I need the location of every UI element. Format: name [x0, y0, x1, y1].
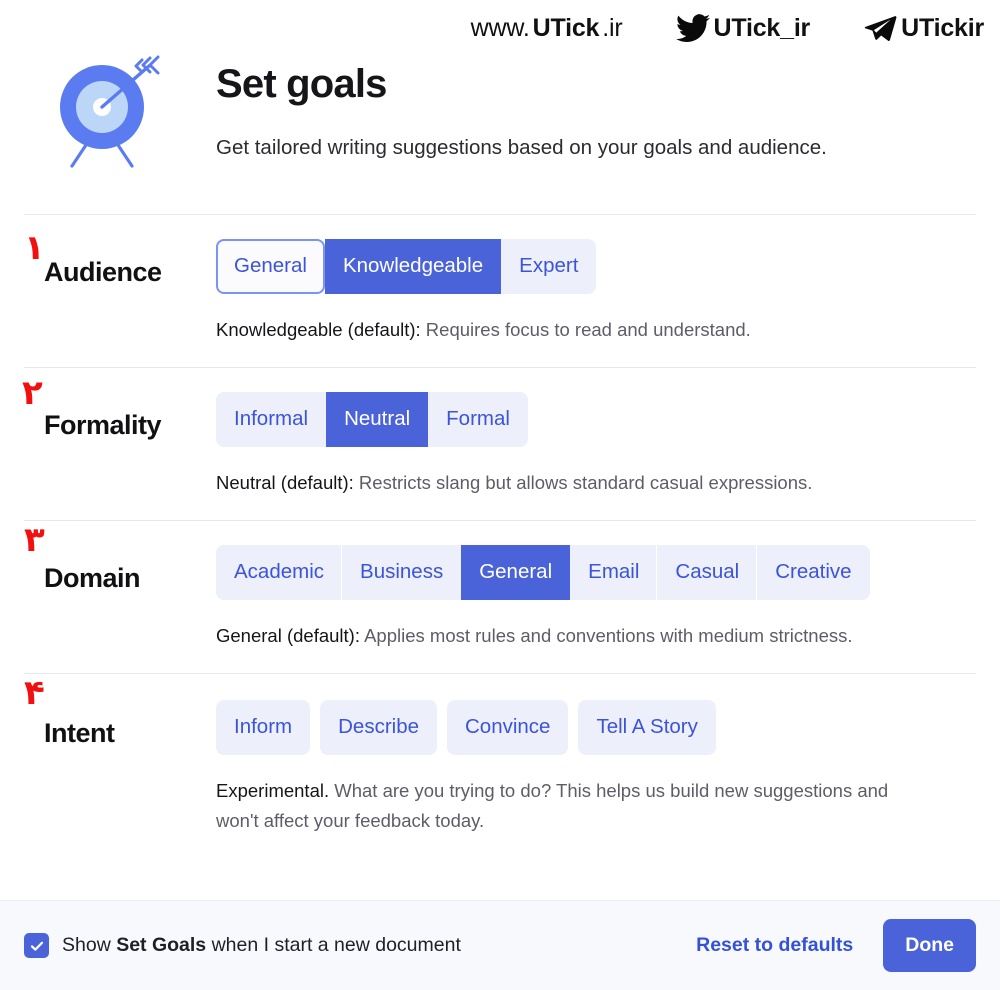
- checkmark-icon: [29, 938, 45, 954]
- done-button[interactable]: Done: [883, 919, 976, 972]
- watermark-website-bold: UTick: [532, 13, 600, 42]
- section-label-text-audience: Audience: [44, 257, 162, 287]
- audience-option-knowledgeable[interactable]: Knowledgeable: [324, 239, 502, 294]
- section-audience: ۱ Audience General Knowledgeable Expert …: [24, 214, 976, 367]
- section-label-audience: ۱ Audience: [24, 231, 216, 288]
- section-body-intent: Inform Describe Convince Tell A Story Ex…: [216, 700, 976, 837]
- watermark-website-suffix: .ir: [602, 13, 623, 42]
- watermark-twitter-handle: UTick_ir: [713, 13, 811, 42]
- domain-option-business[interactable]: Business: [342, 545, 462, 600]
- formality-description: Neutral (default): Restricts slang but a…: [216, 468, 946, 499]
- checkbox-label-suffix: when I start a new document: [206, 934, 461, 956]
- annotation-marker-1: ۱: [24, 228, 45, 268]
- intent-option-convince[interactable]: Convince: [447, 700, 569, 755]
- dialog-footer: Show Set Goals when I start a new docume…: [0, 900, 1000, 990]
- domain-description-rest: Applies most rules and conventions with …: [359, 624, 853, 646]
- domain-option-academic[interactable]: Academic: [216, 545, 343, 600]
- domain-option-email[interactable]: Email: [570, 545, 658, 600]
- section-label-domain: ۳ Domain: [24, 523, 216, 594]
- target-arrow-icon: [38, 54, 166, 172]
- section-label-text-intent: Intent: [44, 718, 115, 749]
- domain-segmented-control: Academic Business General Email Casual C…: [216, 545, 870, 600]
- formality-option-formal[interactable]: Formal: [428, 392, 528, 447]
- formality-description-rest: Restricts slang but allows standard casu…: [353, 471, 813, 493]
- annotation-marker-2: ۲: [22, 373, 43, 414]
- section-body-domain: Academic Business General Email Casual C…: [216, 545, 976, 651]
- show-set-goals-label: Show Set Goals when I start a new docume…: [62, 934, 461, 957]
- section-label-text-domain: Domain: [44, 563, 141, 594]
- audience-description: Knowledgeable (default): Requires focus …: [216, 315, 946, 346]
- annotation-marker-4: ۴: [24, 673, 45, 714]
- watermark-website-prefix: www.: [470, 13, 530, 42]
- watermark-twitter: UTick_ir: [676, 14, 810, 43]
- annotation-marker-3: ۳: [24, 520, 45, 561]
- audience-option-general[interactable]: General: [216, 239, 325, 294]
- section-label-intent: ۴ Intent: [24, 676, 216, 749]
- telegram-icon: [864, 14, 898, 42]
- formality-option-informal[interactable]: Informal: [216, 392, 327, 447]
- audience-option-expert[interactable]: Expert: [501, 239, 597, 294]
- reset-to-defaults-button[interactable]: Reset to defaults: [692, 926, 857, 965]
- section-intent: ۴ Intent Inform Describe Convince Tell A…: [24, 673, 976, 857]
- intent-description-strong: Experimental.: [216, 779, 330, 801]
- section-formality: ۲ Formality Informal Neutral Formal Neut…: [22, 367, 976, 520]
- section-label-text-formality: Formality: [44, 410, 162, 441]
- section-domain: ۳ Domain Academic Business General Email…: [24, 520, 976, 673]
- settings-sections: ۱ Audience General Knowledgeable Expert …: [0, 214, 1000, 857]
- watermark-telegram-handle: UTickir: [901, 13, 984, 42]
- section-body-audience: General Knowledgeable Expert Knowledgeab…: [216, 239, 976, 345]
- domain-description: General (default): Applies most rules an…: [216, 621, 946, 652]
- domain-option-general[interactable]: General: [461, 545, 571, 600]
- show-set-goals-checkbox-row[interactable]: Show Set Goals when I start a new docume…: [24, 933, 461, 958]
- watermark-website: www. UTick .ir: [471, 14, 623, 43]
- formality-segmented-control: Informal Neutral Formal: [216, 392, 528, 447]
- audience-segmented-control: General Knowledgeable Expert: [216, 239, 597, 294]
- formality-description-strong: Neutral (default):: [216, 471, 354, 493]
- formality-option-neutral[interactable]: Neutral: [326, 392, 429, 447]
- show-set-goals-checkbox[interactable]: [24, 933, 49, 958]
- intent-option-inform[interactable]: Inform: [216, 700, 311, 755]
- page-subtitle: Get tailored writing suggestions based o…: [216, 136, 827, 159]
- section-body-formality: Informal Neutral Formal Neutral (default…: [216, 392, 976, 498]
- twitter-icon: [676, 13, 711, 43]
- watermark-bar: www. UTick .ir UTick_ir UTickir: [0, 0, 1000, 56]
- domain-option-creative[interactable]: Creative: [757, 545, 870, 600]
- intent-option-describe[interactable]: Describe: [320, 700, 437, 755]
- checkbox-label-bold: Set Goals: [116, 934, 207, 956]
- audience-description-rest: Requires focus to read and understand.: [420, 318, 751, 340]
- watermark-telegram: UTickir: [864, 14, 984, 43]
- checkbox-label-prefix: Show: [62, 934, 117, 956]
- audience-description-strong: Knowledgeable (default):: [216, 318, 421, 340]
- dialog-header: Set goals Get tailored writing suggestio…: [0, 52, 1000, 168]
- page-title: Set goals: [216, 62, 387, 106]
- intent-description: Experimental. What are you trying to do?…: [216, 776, 926, 837]
- intent-option-tell-a-story[interactable]: Tell A Story: [578, 700, 716, 755]
- intent-pill-group: Inform Describe Convince Tell A Story: [216, 700, 716, 755]
- domain-option-casual[interactable]: Casual: [657, 545, 758, 600]
- section-label-formality: ۲ Formality: [22, 376, 216, 441]
- domain-description-strong: General (default):: [216, 624, 360, 646]
